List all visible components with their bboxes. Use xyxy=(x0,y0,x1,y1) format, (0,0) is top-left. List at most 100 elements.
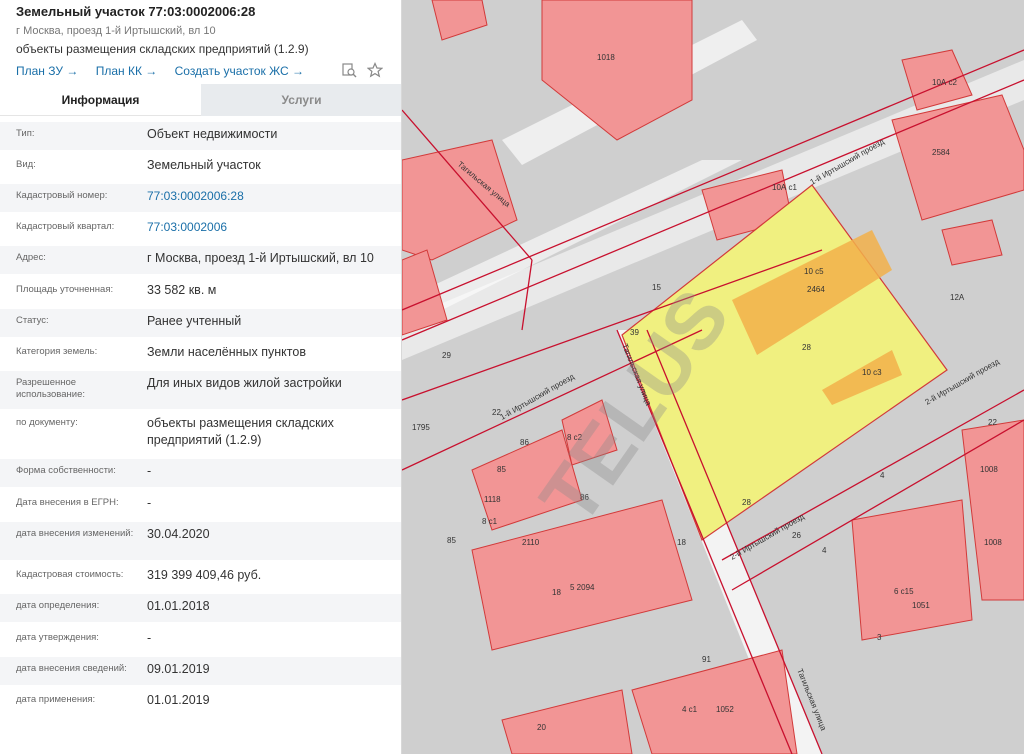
info-row: Адрес: г Москва, проезд 1-й Иртышский, вл… xyxy=(0,246,401,274)
field-label: Кадастровый номер: xyxy=(16,190,108,201)
map-canvas[interactable]: Тагильская улица 1-й Иртышский проезд 2-… xyxy=(402,0,1024,754)
field-label: Вид: xyxy=(16,159,36,170)
info-row: дата применения: 01.01.2019 xyxy=(0,688,401,716)
svg-text:22: 22 xyxy=(988,418,997,427)
svg-text:29: 29 xyxy=(442,351,451,360)
plan-kk-link[interactable]: План КК → xyxy=(96,64,158,78)
info-row: Форма собственности: - xyxy=(0,459,401,487)
svg-text:2584: 2584 xyxy=(932,148,950,157)
field-value: Земельный участок xyxy=(147,158,261,172)
field-value: 01.01.2018 xyxy=(147,599,210,613)
field-label: дата определения: xyxy=(16,600,100,611)
svg-text:18: 18 xyxy=(677,538,686,547)
field-label: Кадастровый квартал: xyxy=(16,221,115,232)
info-row: Статус: Ранее учтенный xyxy=(0,309,401,337)
page-title: Земельный участок 77:03:0002006:28 xyxy=(16,4,256,19)
field-label: Дата внесения в ЕГРН: xyxy=(16,497,119,508)
svg-text:22: 22 xyxy=(492,408,501,417)
field-value: 319 399 409,46 руб. xyxy=(147,568,262,582)
svg-text:85: 85 xyxy=(447,536,456,545)
field-label: Кадастровая стоимость: xyxy=(16,569,124,580)
field-value-link[interactable]: 77:03:0002006:28 xyxy=(147,188,397,205)
info-row: по документу: объекты размещения складски… xyxy=(0,411,401,457)
svg-text:85: 85 xyxy=(497,465,506,474)
field-value: г Москва, проезд 1-й Иртышский, вл 10 xyxy=(147,251,374,265)
parcel-address: г Москва, проезд 1-й Иртышский, вл 10 xyxy=(16,25,216,37)
field-label: Форма собственности: xyxy=(16,465,116,476)
svg-text:4: 4 xyxy=(822,546,827,555)
svg-text:28: 28 xyxy=(802,343,811,352)
svg-text:10А с2: 10А с2 xyxy=(932,78,957,87)
info-row: дата внесения изменений: 30.04.2020 xyxy=(0,522,401,560)
parcel-purpose: объекты размещения складских предприятий… xyxy=(16,42,309,56)
field-value-link[interactable]: 77:03:0002006 xyxy=(147,219,397,236)
star-icon[interactable] xyxy=(366,62,384,78)
svg-text:1008: 1008 xyxy=(984,538,1002,547)
svg-text:1051: 1051 xyxy=(912,601,930,610)
svg-text:1052: 1052 xyxy=(716,705,734,714)
field-label: дата внесения изменений: xyxy=(16,528,134,539)
plan-zu-link[interactable]: План ЗУ → xyxy=(16,64,78,78)
search-document-icon[interactable] xyxy=(341,62,357,78)
tab-information[interactable]: Информация xyxy=(0,84,201,116)
tool-icons xyxy=(341,62,384,78)
svg-text:2464: 2464 xyxy=(807,285,825,294)
field-label: дата утверждения: xyxy=(16,632,99,643)
svg-text:1018: 1018 xyxy=(597,53,615,62)
field-label: Тип: xyxy=(16,128,35,139)
field-value: 09.01.2019 xyxy=(147,662,210,676)
svg-text:15: 15 xyxy=(652,283,661,292)
field-label: по документу: xyxy=(16,417,78,428)
field-label: дата применения: xyxy=(16,694,96,705)
info-row: Кадастровый номер: 77:03:0002006:28 xyxy=(0,184,401,212)
svg-text:1008: 1008 xyxy=(980,465,998,474)
field-value: 30.04.2020 xyxy=(147,527,210,541)
field-label: Разрешенное использование: xyxy=(16,377,86,400)
svg-text:6 с15: 6 с15 xyxy=(894,587,914,596)
svg-text:12А: 12А xyxy=(950,293,965,302)
svg-text:91: 91 xyxy=(702,655,711,664)
field-value: Ранее учтенный xyxy=(147,314,242,328)
svg-text:8 с1: 8 с1 xyxy=(482,517,498,526)
svg-text:2110: 2110 xyxy=(522,538,540,547)
field-value: - xyxy=(147,496,152,510)
info-row: дата утверждения: - xyxy=(0,626,401,654)
info-row: Площадь уточненная: 33 582 кв. м xyxy=(0,278,401,306)
field-label: дата внесения сведений: xyxy=(16,663,127,674)
info-row: Дата внесения в ЕГРН: - xyxy=(0,491,401,519)
field-value: Для иных видов жилой застройки xyxy=(147,376,342,390)
svg-text:28: 28 xyxy=(742,498,751,507)
field-value: Земли населённых пунктов xyxy=(147,345,306,359)
info-row: Кадастровая стоимость: 319 399 409,46 руб… xyxy=(0,563,401,591)
field-label: Площадь уточненная: xyxy=(16,284,114,295)
info-row: Категория земель: Земли населённых пункто… xyxy=(0,340,401,368)
info-row: Вид: Земельный участок xyxy=(0,153,401,181)
svg-text:3: 3 xyxy=(877,633,882,642)
field-value: - xyxy=(147,631,152,645)
svg-text:26: 26 xyxy=(792,531,801,540)
svg-text:86: 86 xyxy=(520,438,529,447)
action-links: План ЗУ → План КК → Создать участок ЖС → xyxy=(16,64,318,78)
field-label: Категория земель: xyxy=(16,346,98,357)
tab-services[interactable]: Услуги xyxy=(201,84,401,116)
field-value: объекты размещения складских предприятий… xyxy=(147,416,334,447)
create-parcel-link[interactable]: Создать участок ЖС → xyxy=(175,64,304,78)
svg-text:20: 20 xyxy=(537,723,546,732)
svg-text:10А с1: 10А с1 xyxy=(772,183,797,192)
info-row: Кадастровый квартал: 77:03:0002006 xyxy=(0,215,401,243)
svg-text:4: 4 xyxy=(880,471,885,480)
svg-text:4 с1: 4 с1 xyxy=(682,705,698,714)
field-label: Статус: xyxy=(16,315,49,326)
svg-text:1795: 1795 xyxy=(412,423,430,432)
info-row: дата внесения сведений: 09.01.2019 xyxy=(0,657,401,685)
svg-text:18: 18 xyxy=(552,588,561,597)
info-row: Тип: Объект недвижимости xyxy=(0,122,401,150)
cadastral-map[interactable]: Тагильская улица 1-й Иртышский проезд 2-… xyxy=(402,0,1024,754)
field-value: Объект недвижимости xyxy=(147,127,278,141)
svg-text:10 с5: 10 с5 xyxy=(804,267,824,276)
info-row: дата определения: 01.01.2018 xyxy=(0,594,401,622)
svg-text:1118: 1118 xyxy=(484,495,501,504)
field-value: 33 582 кв. м xyxy=(147,283,217,297)
svg-text:10 с3: 10 с3 xyxy=(862,368,882,377)
field-label: Адрес: xyxy=(16,252,46,263)
